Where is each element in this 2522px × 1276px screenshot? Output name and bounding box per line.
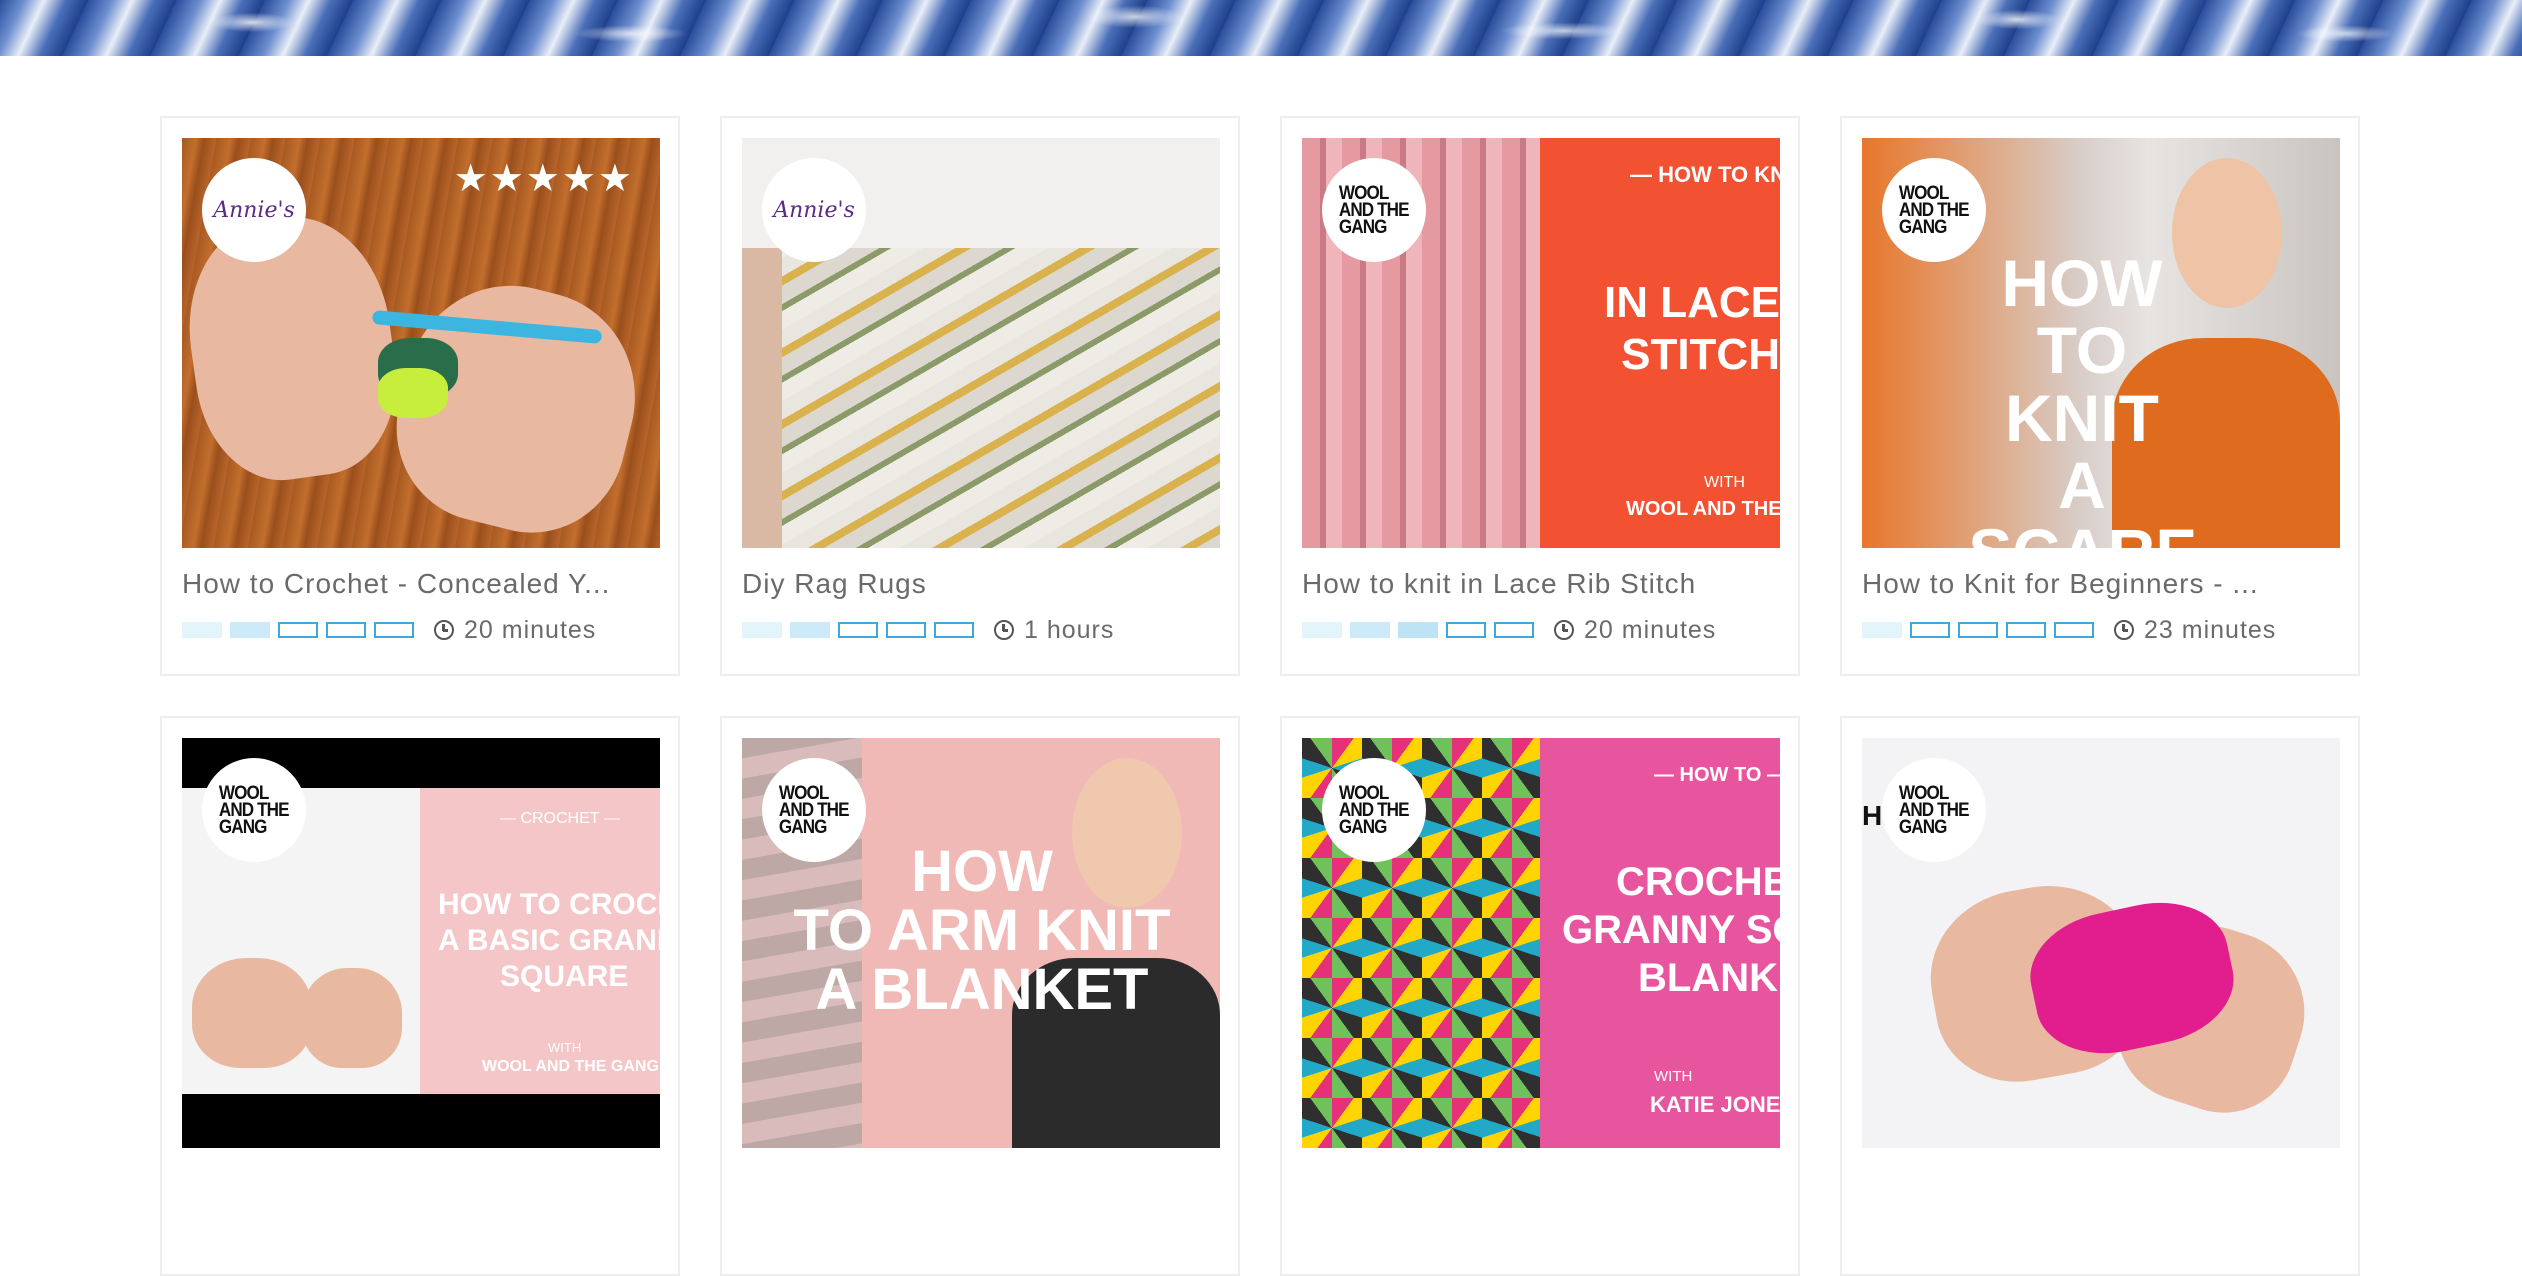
- difficulty-level-filled: [790, 622, 830, 638]
- thumb-headline: HOW TO KNIT A SCARF: [1968, 246, 2195, 548]
- difficulty-level-empty: [1958, 622, 1998, 638]
- thumb-caption: WITH: [1654, 1068, 1693, 1085]
- tutorial-thumbnail[interactable]: Annie's: [742, 138, 1220, 548]
- tutorial-meta: 23 minutes: [1862, 615, 2277, 644]
- tutorial-card[interactable]: — HOW TO KNIT IN LACE STITCH WITH WOOL A…: [1280, 116, 1800, 676]
- tutorial-thumbnail[interactable]: Annie's ★★★★★: [182, 138, 660, 548]
- difficulty-level-empty: [1494, 622, 1534, 638]
- thumb-headline: A BASIC GRANNY: [438, 924, 660, 957]
- tutorial-duration: 20 minutes: [464, 615, 597, 644]
- tutorial-duration: 23 minutes: [2144, 615, 2277, 644]
- thumb-caption: — HOW TO KNIT: [1630, 162, 1780, 187]
- thumb-caption: — CROCHET —: [500, 810, 620, 827]
- tutorial-title[interactable]: How to Crochet - Concealed Y...: [182, 568, 660, 600]
- title-panel: — CROCHET — HOW TO CROCHE A BASIC GRANNY…: [420, 788, 660, 1094]
- tutorial-meta: 20 minutes: [1302, 615, 1717, 644]
- difficulty-level-empty: [934, 622, 974, 638]
- couch-image: [742, 248, 782, 548]
- tutorial-card[interactable]: HOW TO KNIT A SCARF WOOLAND THEGANG How …: [1840, 116, 2360, 676]
- difficulty-level-filled: [1398, 622, 1438, 638]
- brand-logo: WOOL AND THE GANG: [762, 758, 866, 862]
- difficulty-level-filled: [230, 622, 270, 638]
- brand-logo: WOOL AND THE GANG: [1322, 758, 1426, 862]
- tutorial-title[interactable]: Diy Rag Rugs: [742, 568, 1220, 600]
- difficulty-level-empty: [1910, 622, 1950, 638]
- tutorial-thumbnail[interactable]: HE WOOLAND THEGANG: [1862, 738, 2340, 1148]
- tutorial-meta: 20 minutes: [182, 615, 597, 644]
- hand-image: [182, 205, 410, 491]
- thumb-caption: WITH: [1704, 474, 1745, 491]
- difficulty-level-empty: [2054, 622, 2094, 638]
- thumb-headline: BLANKE: [1638, 956, 1780, 1000]
- difficulty-level-empty: [2006, 622, 2046, 638]
- difficulty-level-filled: [742, 622, 782, 638]
- tutorial-duration: 20 minutes: [1584, 615, 1717, 644]
- tutorial-thumbnail[interactable]: HOW TO KNIT A SCARF WOOLAND THEGANG: [1862, 138, 2340, 548]
- clock-icon: [994, 620, 1014, 640]
- thumb-headline: HOW TO ARM KNIT A BLANKET: [793, 839, 1171, 1023]
- clock-icon: [434, 620, 454, 640]
- thumb-headline: IN LACE: [1604, 278, 1780, 327]
- brand-logo: WOOL AND THE GANG: [1882, 758, 1986, 862]
- tutorial-card[interactable]: — HOW TO — CROCHET GRANNY SQ BLANKE WITH…: [1280, 716, 1800, 1276]
- thumb-headline: STITCH: [1621, 330, 1780, 379]
- difficulty-level-filled: [1350, 622, 1390, 638]
- difficulty-level-empty: [326, 622, 366, 638]
- difficulty-level-empty: [1446, 622, 1486, 638]
- tutorial-thumbnail[interactable]: — HOW TO — CROCHET GRANNY SQ BLANKE WITH…: [1302, 738, 1780, 1148]
- difficulty-level-filled: [182, 622, 222, 638]
- thumb-headline: GRANNY SQ: [1562, 908, 1780, 952]
- thumb-headline: CROCHET: [1616, 860, 1780, 904]
- thumb-caption: — HOW TO —: [1654, 764, 1780, 786]
- tutorial-card[interactable]: Annie's Diy Rag Rugs 1 hours: [720, 116, 1240, 676]
- tutorial-meta: 1 hours: [742, 615, 1115, 644]
- tutorial-card[interactable]: HOW TO ARM KNIT A BLANKET WOOL AND THE GAN…: [720, 716, 1240, 1276]
- thumb-headline: SQUARE: [500, 960, 629, 993]
- tutorial-card[interactable]: HE WOOLAND THEGANG: [1840, 716, 2360, 1276]
- tutorial-thumbnail[interactable]: HOW TO ARM KNIT A BLANKET WOOL AND THE GAN…: [742, 738, 1220, 1148]
- tutorial-title[interactable]: How to Knit for Beginners - ...: [1862, 568, 2340, 600]
- title-panel: — HOW TO — CROCHET GRANNY SQ BLANKE WITH…: [1540, 738, 1780, 1148]
- tutorial-duration: 1 hours: [1024, 615, 1115, 644]
- brand-logo: WOOL AND THE GANG: [1322, 158, 1426, 262]
- difficulty-level-filled: [1862, 622, 1902, 638]
- difficulty-level-empty: [838, 622, 878, 638]
- tutorial-thumbnail[interactable]: — CROCHET — HOW TO CROCHE A BASIC GRANNY…: [182, 738, 660, 1148]
- tutorial-title[interactable]: How to knit in Lace Rib Stitch: [1302, 568, 1780, 600]
- thumb-caption: KATIE JONE: [1650, 1092, 1780, 1117]
- difficulty-level-filled: [1302, 622, 1342, 638]
- brand-logo: WOOL AND THE GANG: [1882, 158, 1986, 262]
- clock-icon: [2114, 620, 2134, 640]
- thumb-caption: WITH: [548, 1040, 582, 1055]
- tutorial-card[interactable]: Annie's ★★★★★ How to Crochet - Concealed…: [160, 116, 680, 676]
- brand-logo: WOOL AND THE GANG: [202, 758, 306, 862]
- rating-stars-icon: ★★★★★: [453, 156, 634, 200]
- thumb-caption: WOOL AND THE GANG: [482, 1058, 659, 1075]
- yarn-swatch: [378, 368, 448, 418]
- thumb-caption: WOOL AND THE: [1626, 498, 1780, 520]
- difficulty-level-empty: [278, 622, 318, 638]
- brand-logo: Annie's: [762, 158, 866, 262]
- brand-logo: Annie's: [202, 158, 306, 262]
- title-panel: — HOW TO KNIT IN LACE STITCH WITH WOOL A…: [1540, 138, 1780, 548]
- difficulty-level-empty: [374, 622, 414, 638]
- tutorial-card[interactable]: — CROCHET — HOW TO CROCHE A BASIC GRANNY…: [160, 716, 680, 1276]
- clock-icon: [1554, 620, 1574, 640]
- header-banner: [0, 0, 2522, 56]
- difficulty-level-empty: [886, 622, 926, 638]
- thumb-headline: HOW TO CROCHE: [438, 888, 660, 921]
- tutorial-thumbnail[interactable]: — HOW TO KNIT IN LACE STITCH WITH WOOL A…: [1302, 138, 1780, 548]
